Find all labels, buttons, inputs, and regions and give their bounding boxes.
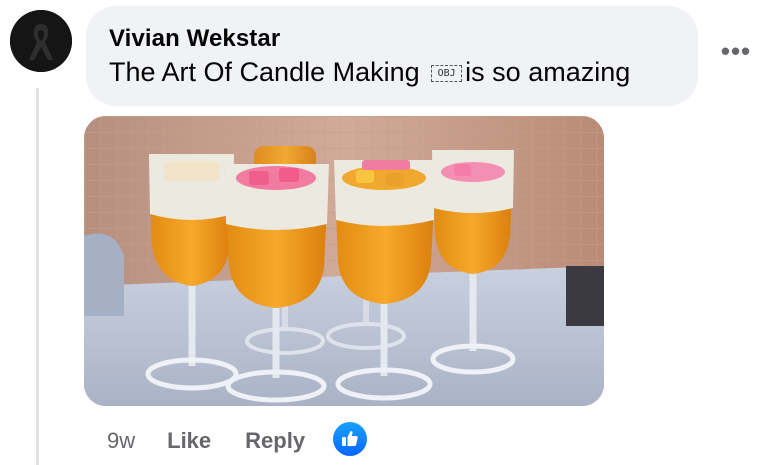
- comment-text-part2: is so amazing: [465, 57, 631, 87]
- black-ribbon-icon: [10, 10, 72, 72]
- avatar[interactable]: [10, 10, 72, 72]
- more-options-icon[interactable]: •••: [716, 38, 756, 66]
- comment-photo[interactable]: [84, 116, 604, 406]
- like-button[interactable]: Like: [167, 428, 211, 454]
- object-placeholder-glyph: OBJ: [431, 65, 463, 82]
- thumbs-up-icon[interactable]: [333, 422, 368, 456]
- comment-actions: 9w Like Reply: [107, 422, 368, 457]
- comment-text-part1: The Art Of Candle Making: [109, 57, 420, 87]
- comment-timestamp[interactable]: 9w: [107, 428, 135, 454]
- comment-text: The Art Of Candle Making OBJ is so amazin…: [109, 55, 698, 89]
- candle-glasses-image: [84, 116, 604, 406]
- reply-button[interactable]: Reply: [245, 428, 305, 454]
- thumbs-up-glyph: [342, 431, 358, 446]
- comment-bubble: Vivian Wekstar The Art Of Candle Making …: [86, 6, 698, 106]
- comment-author[interactable]: Vivian Wekstar: [109, 25, 698, 53]
- thread-line: [36, 88, 39, 465]
